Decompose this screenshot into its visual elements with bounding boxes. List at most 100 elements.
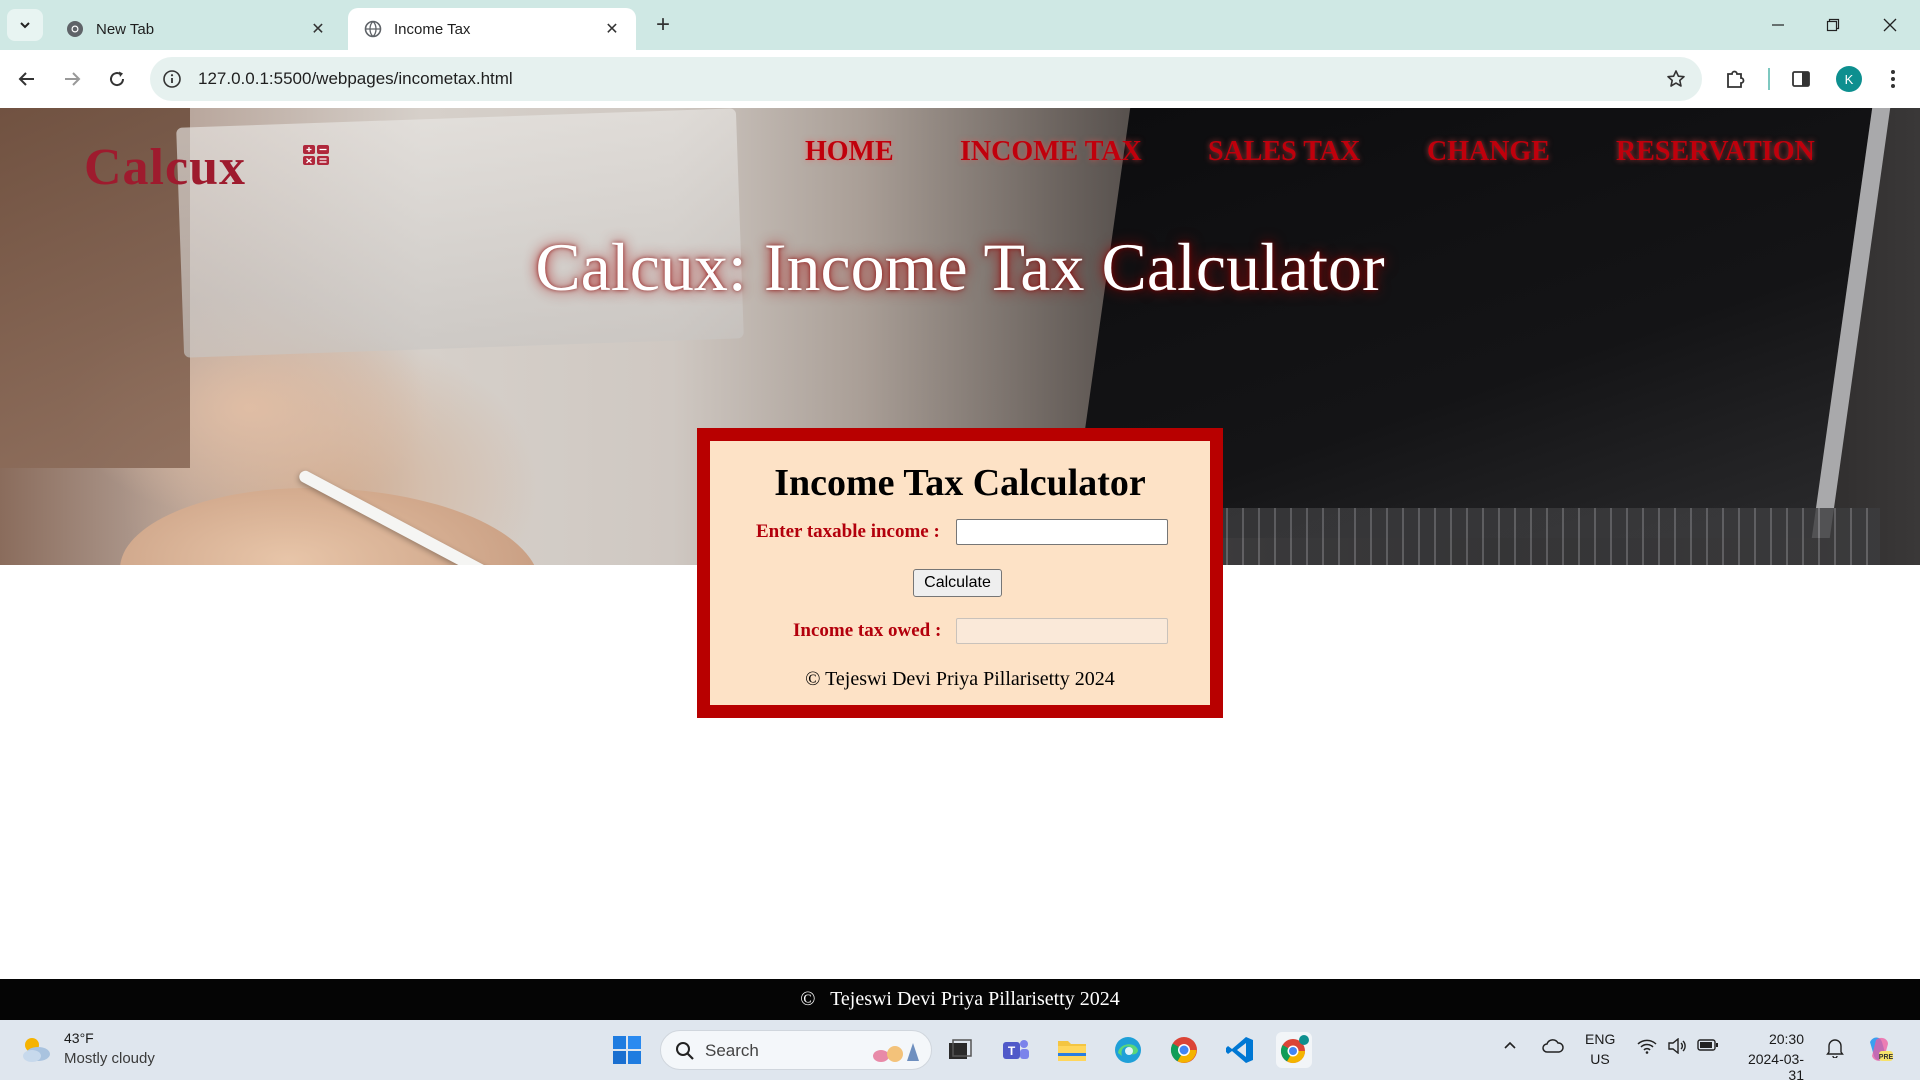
folder-icon — [1058, 1041, 1086, 1061]
nav-reservation[interactable]: RESERVATION — [1616, 136, 1815, 168]
address-bar[interactable]: 127.0.0.1:5500/webpages/incometax.html — [150, 57, 1702, 101]
window-close-button[interactable] — [1870, 10, 1910, 40]
calculate-button[interactable]: Calculate — [913, 569, 1002, 597]
nav-income-tax[interactable]: INCOME TAX — [960, 136, 1142, 168]
side-panel-icon — [1792, 71, 1810, 87]
chrome-app[interactable] — [1166, 1032, 1202, 1068]
reload-button[interactable] — [102, 64, 132, 94]
task-view-icon — [949, 1039, 972, 1059]
windows-start-icon[interactable] — [612, 1035, 642, 1065]
weather-temperature[interactable]: 43°F — [64, 1030, 94, 1046]
income-tax-owed-output — [956, 618, 1168, 644]
copilot-button[interactable]: PRE — [1864, 1034, 1894, 1067]
cloudy-weather-icon[interactable] — [20, 1034, 52, 1064]
tab-income-tax[interactable]: Income Tax ✕ — [348, 8, 636, 50]
income-label: Enter taxable income : — [756, 521, 940, 542]
search-placeholder: Search — [705, 1041, 759, 1060]
vscode-icon — [1226, 1037, 1253, 1063]
close-icon[interactable]: ✕ — [308, 19, 328, 39]
globe-icon — [364, 20, 382, 38]
cloud-icon — [1542, 1039, 1564, 1053]
taskbar: 43°F Mostly cloudy Search T ENG US 20:30… — [0, 1020, 1920, 1080]
nav-home[interactable]: HOME — [805, 136, 894, 168]
tab-search-button[interactable] — [7, 9, 43, 41]
notifications-button[interactable] — [1826, 1038, 1844, 1061]
language-code[interactable]: ENG — [1585, 1031, 1615, 1047]
income-tax-calculator-panel: Income Tax Calculator Enter taxable inco… — [697, 428, 1223, 718]
chrome-icon — [67, 21, 83, 37]
battery-icon — [1697, 1039, 1718, 1051]
page-viewport: Calcux HOME INCOME TAX SALES TAX CHANGE … — [0, 108, 1920, 1020]
minimize-button[interactable] — [1758, 10, 1798, 40]
hero-photo-hand — [120, 488, 540, 565]
edge-app[interactable] — [1110, 1032, 1146, 1068]
vscode-app[interactable] — [1222, 1032, 1258, 1068]
toolbar-separator — [1768, 68, 1770, 90]
profile-avatar[interactable]: K — [1836, 66, 1862, 92]
puzzle-icon — [1727, 70, 1745, 88]
search-highlight-art-icon — [873, 1043, 919, 1062]
side-panel-button[interactable] — [1788, 66, 1814, 92]
nav-change[interactable]: CHANGE — [1427, 136, 1550, 168]
site-logo[interactable]: Calcux — [84, 138, 246, 197]
speaker-icon — [1668, 1037, 1686, 1055]
teams-icon: T — [1003, 1040, 1029, 1059]
result-label: Income tax owed : — [793, 620, 942, 641]
forward-button[interactable] — [57, 64, 87, 94]
teams-app[interactable]: T — [998, 1032, 1034, 1068]
chrome-icon — [1170, 1037, 1197, 1063]
bookmark-star-icon[interactable] — [1666, 69, 1686, 89]
calculator-title: Income Tax Calculator — [774, 462, 1146, 504]
taskbar-search[interactable]: Search — [660, 1030, 932, 1070]
chevron-up-icon — [1504, 1041, 1516, 1049]
file-explorer-app[interactable] — [1054, 1032, 1090, 1068]
reload-icon — [110, 71, 125, 87]
restore-icon — [1826, 18, 1840, 32]
close-icon — [1883, 18, 1897, 32]
bell-icon — [1826, 1039, 1844, 1059]
close-icon[interactable]: ✕ — [602, 19, 622, 39]
taxable-income-input[interactable] — [956, 519, 1168, 545]
extensions-button[interactable] — [1722, 66, 1748, 92]
copilot-icon: PRE — [1870, 1037, 1894, 1061]
tab-title: New Tab — [96, 20, 155, 38]
footer-copyright: © Tejeswi Devi Priya Pillarisetty 2024 — [800, 988, 1120, 1010]
tab-new-tab[interactable]: New Tab ✕ — [50, 8, 342, 50]
task-view-button[interactable] — [942, 1032, 978, 1068]
onedrive-button[interactable] — [1542, 1038, 1564, 1057]
wifi-icon — [1637, 1039, 1657, 1054]
volume-status[interactable] — [1667, 1037, 1687, 1057]
page-title: Calcux: Income Tax Calculator — [535, 229, 1385, 305]
battery-status[interactable] — [1697, 1038, 1719, 1055]
svg-text:PRE: PRE — [1879, 1054, 1894, 1061]
calculator-copyright: © Tejeswi Devi Priya Pillarisetty 2024 — [805, 668, 1115, 690]
chrome-profile-app[interactable] — [1276, 1032, 1312, 1068]
clock-time[interactable]: 20:30 — [1734, 1031, 1804, 1047]
kebab-menu-icon — [1891, 70, 1895, 88]
weather-description[interactable]: Mostly cloudy — [64, 1050, 155, 1067]
browser-toolbar: 127.0.0.1:5500/webpages/incometax.html — [0, 50, 1920, 108]
new-tab-button[interactable]: + — [650, 11, 676, 38]
nav-sales-tax[interactable]: SALES TAX — [1208, 136, 1360, 168]
show-hidden-icons[interactable] — [1503, 1038, 1517, 1055]
svg-text:T: T — [1008, 1044, 1016, 1058]
site-info-icon[interactable] — [162, 69, 182, 89]
page-footer: © Tejeswi Devi Priya Pillarisetty 2024 — [0, 979, 1920, 1020]
tab-title: Income Tax — [394, 20, 471, 38]
arrow-right-icon — [65, 72, 81, 86]
edge-icon — [1115, 1037, 1141, 1063]
url-text[interactable]: 127.0.0.1:5500/webpages/incometax.html — [198, 69, 513, 89]
arrow-left-icon — [18, 72, 34, 86]
browser-menu-button[interactable] — [1880, 66, 1906, 92]
search-icon — [676, 1042, 694, 1060]
chevron-down-icon — [20, 22, 30, 29]
clock-date[interactable]: 2024-03-31 — [1734, 1051, 1804, 1080]
tab-strip: New Tab ✕ Income Tax ✕ + — [0, 0, 1920, 50]
restore-button[interactable] — [1813, 10, 1853, 40]
hero-photo-keyboard — [1180, 508, 1880, 565]
calculator-logo-icon — [303, 145, 329, 165]
keyboard-layout[interactable]: US — [1585, 1051, 1615, 1067]
back-button[interactable] — [12, 64, 42, 94]
wifi-status[interactable] — [1637, 1038, 1657, 1057]
minimize-icon — [1772, 24, 1784, 26]
